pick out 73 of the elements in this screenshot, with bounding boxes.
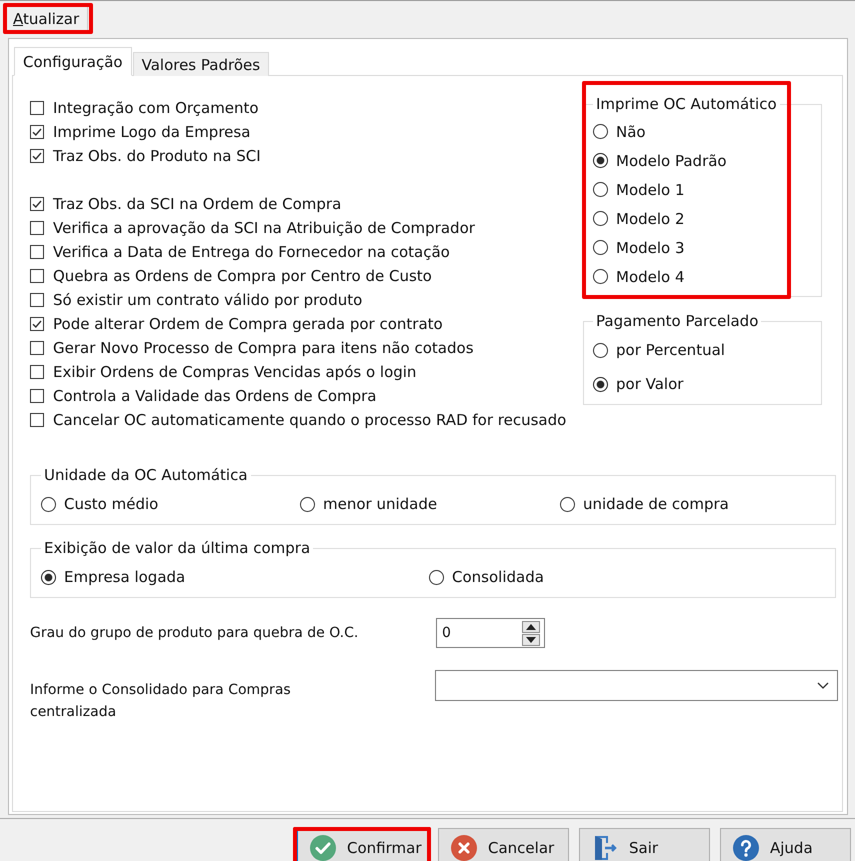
radio-button[interactable] [41, 570, 56, 584]
triangle-up-icon [526, 624, 536, 630]
radio-label: Modelo 2 [616, 210, 685, 228]
triangle-down-icon [526, 637, 536, 643]
checkbox[interactable] [30, 413, 44, 427]
checkbox-label: Traz Obs. da SCI na Ordem de Compra [53, 195, 342, 213]
cross-circle-icon [451, 835, 477, 861]
radio-button[interactable] [300, 496, 315, 512]
checkbox[interactable] [30, 293, 44, 307]
radio-button[interactable] [593, 269, 608, 284]
checkbox-label: Verifica a aprovação da SCI na Atribuição de Comprador [53, 219, 475, 237]
tab[interactable]: Valores Padrões [132, 52, 270, 76]
radio-button[interactable] [593, 153, 608, 168]
checkbox-label: Exibir Ordens de Compras Vencidas após o login [53, 363, 416, 381]
checkbox[interactable] [30, 389, 44, 403]
radio-button[interactable] [41, 496, 56, 512]
help-button[interactable]: Ajuda [720, 828, 851, 861]
checkbox-label: Integração com Orçamento [53, 99, 259, 117]
checkbox[interactable] [30, 317, 44, 331]
checkbox-label: Só existir um contrato válido por produto [53, 291, 362, 309]
radio-button[interactable] [593, 240, 608, 255]
radio-label: Não [616, 122, 646, 140]
radio-button[interactable] [560, 496, 575, 512]
checkbox-label: Verifica a Data de Entrega do Fornecedor na cotação [53, 243, 450, 261]
field-label: Informe o Consolidado para Compras centralizada [30, 681, 292, 722]
tab[interactable]: Configuração [14, 47, 132, 76]
radio-label: Modelo 4 [616, 268, 685, 286]
checkbox-label: Pode alterar Ordem de Compra gerada por contrato [53, 315, 443, 333]
checkbox-label: Quebra as Ordens de Compra por Centro de Custo [53, 267, 432, 285]
radio-button[interactable] [593, 376, 608, 392]
checkbox[interactable] [30, 269, 44, 283]
radio-label: Modelo 1 [616, 180, 685, 198]
checkbox[interactable] [30, 101, 44, 115]
radio-label: Custo médio [64, 495, 158, 513]
group-title: Exibição de valor da última compra [43, 540, 312, 557]
chevron-down-icon [817, 682, 829, 689]
checkbox[interactable] [30, 245, 44, 259]
radio-label: Consolidada [452, 568, 544, 586]
radio-button[interactable] [593, 211, 608, 226]
checkbox-label: Cancelar OC automaticamente quando o processo RAD for recusado [53, 411, 566, 429]
checkbox[interactable] [30, 149, 44, 163]
checkbox[interactable] [30, 197, 44, 211]
check-circle-icon [310, 835, 336, 861]
radio-label: unidade de compra [583, 495, 729, 513]
radio-label: por Valor [616, 375, 684, 393]
radio-label: menor unidade [323, 495, 438, 513]
group-title: Imprime OC Automático [595, 96, 778, 113]
field-label: Grau do grupo de produto para quebra de O.C. [30, 625, 360, 641]
checkbox[interactable] [30, 125, 44, 139]
radio-button[interactable] [429, 570, 444, 584]
radio-label: Empresa logada [64, 568, 186, 586]
checkbox-label: Traz Obs. do Produto na SCI [53, 147, 261, 165]
group-title: Unidade da OC Automática [43, 467, 249, 484]
radio-label: Modelo Padrão [616, 152, 727, 170]
spin-down-button[interactable] [522, 634, 540, 646]
radio-button[interactable] [593, 182, 608, 197]
door-arrow-icon [592, 835, 618, 861]
dropdown[interactable] [435, 670, 838, 701]
cancel-button[interactable]: Cancelar [438, 828, 569, 861]
radio-label: Modelo 3 [616, 238, 685, 256]
group-title: Pagamento Parcelado [595, 313, 760, 330]
help-icon [733, 835, 759, 861]
spin-up-button[interactable] [522, 621, 540, 633]
checkbox-label: Controla a Validade das Ordens de Compra [53, 387, 377, 405]
exit-button[interactable]: Sair [579, 828, 710, 861]
checkbox[interactable] [30, 341, 44, 355]
radio-button[interactable] [593, 342, 608, 358]
checkbox-label: Imprime Logo da Empresa [53, 123, 250, 141]
checkbox[interactable] [30, 365, 44, 379]
checkbox[interactable] [30, 221, 44, 235]
radio-label: por Percentual [616, 341, 725, 359]
radio-button[interactable] [593, 124, 608, 139]
checkbox-label: Gerar Novo Processo de Compra para itens não cotados [53, 339, 474, 357]
